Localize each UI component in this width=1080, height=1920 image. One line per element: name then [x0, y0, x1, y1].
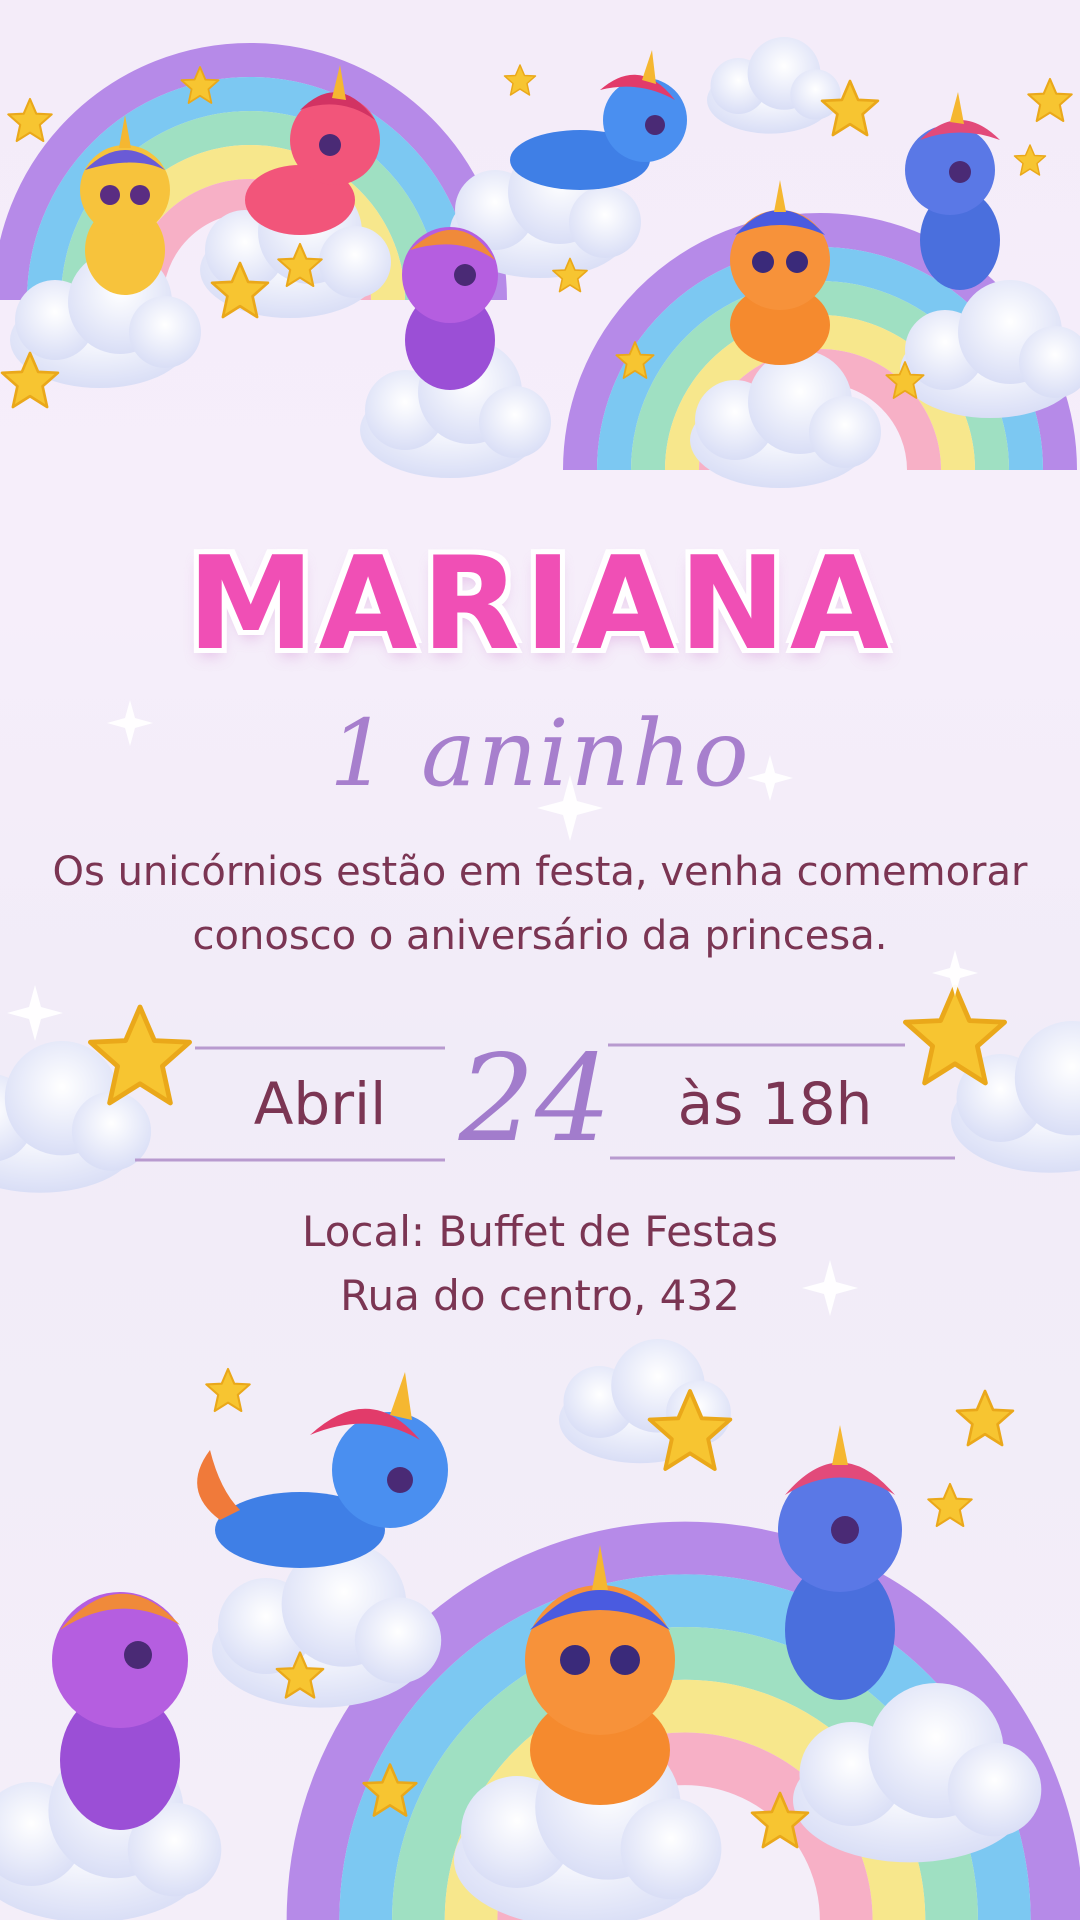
star-icon — [205, 1367, 251, 1413]
unicorn-icon — [510, 50, 687, 190]
venue-address: Rua do centro, 432 — [340, 1271, 740, 1320]
star-icon — [503, 64, 537, 96]
star-icon — [927, 1482, 973, 1528]
star-icon — [1027, 77, 1073, 123]
star-icon — [1013, 144, 1047, 176]
age-subtitle: 1 aninho — [329, 700, 751, 807]
unicorn-icon — [730, 180, 830, 365]
message-line: Os unicórnios estão em festa, venha come… — [52, 849, 1028, 895]
message-line: conosco o aniversário da princesa. — [192, 913, 888, 959]
event-venue: Local: Buffet de Festas Rua do centro, 4… — [0, 1200, 1080, 1328]
unicorn-icon — [778, 1425, 902, 1700]
cloud-icon — [212, 1542, 442, 1708]
child-name-title: MARIANA — [187, 530, 893, 679]
unicorn-icon — [52, 1592, 188, 1830]
event-time: às 18h — [677, 1070, 873, 1138]
date-row: Abril 24 às 18h — [0, 1030, 1080, 1169]
cloud-icon — [707, 37, 841, 134]
invitation-message: Os unicórnios estão em festa, venha come… — [0, 840, 1080, 968]
event-month: Abril — [253, 1070, 387, 1138]
event-day: 24 — [458, 1030, 612, 1169]
unicorn-icon — [402, 227, 498, 390]
venue-name: Local: Buffet de Festas — [302, 1207, 778, 1256]
star-icon — [955, 1389, 1015, 1447]
star-icon — [7, 97, 53, 143]
